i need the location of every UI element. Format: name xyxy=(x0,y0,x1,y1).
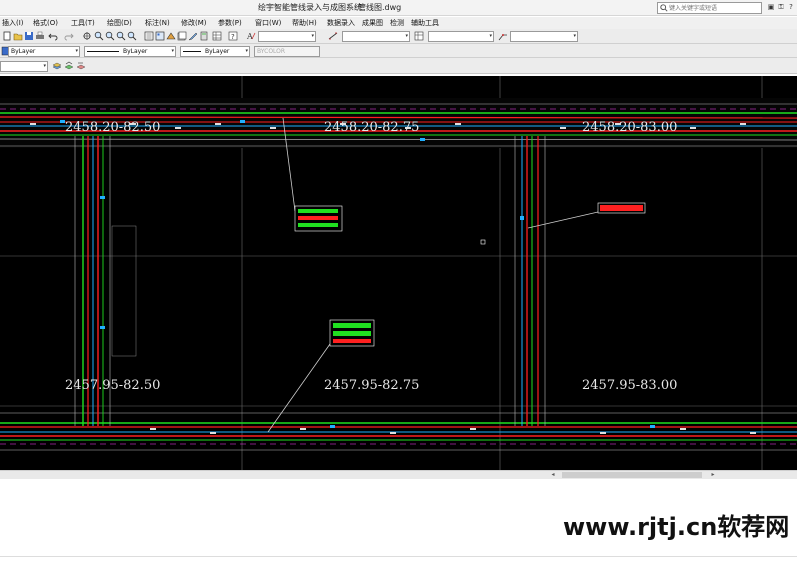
layer-control-combo[interactable]: ▾ xyxy=(0,61,48,72)
text-style-icon[interactable]: A xyxy=(246,31,256,41)
callout-leaders xyxy=(267,117,599,433)
undo-icon[interactable] xyxy=(48,31,58,41)
menu-params[interactable]: 参数(P) xyxy=(218,18,242,28)
svg-text:?: ? xyxy=(231,33,235,41)
zoom-realtime-icon[interactable] xyxy=(94,31,104,41)
multileader-style-combo[interactable]: ▾ xyxy=(510,31,578,42)
file-name: 管线图.dwg xyxy=(358,3,402,12)
layers-toolbar: ▾ xyxy=(0,58,797,74)
cursor-pickbox xyxy=(480,239,486,245)
grid-label-bottom-left: 2457.95-82.50 xyxy=(65,378,160,393)
menu-bar: 插入(I) 格式(O) 工具(T) 绘图(D) 标注(N) 修改(M) 参数(P… xyxy=(0,17,797,29)
menu-tools[interactable]: 工具(T) xyxy=(71,18,95,28)
scroll-right-icon[interactable]: ▸ xyxy=(708,471,718,479)
lineweight-value: ByLayer xyxy=(205,48,230,55)
grid-label-bottom-right: 2457.95-83.00 xyxy=(582,378,677,393)
menu-help[interactable]: 帮助(H) xyxy=(292,18,317,28)
help-book-icon[interactable]: ? xyxy=(228,31,238,41)
pipeline-drawing: 2458.20-82.50 2458.20-82.75 2458.20-83.0… xyxy=(0,76,797,470)
table-style-combo[interactable]: ▾ xyxy=(428,31,494,42)
right-vertical-road xyxy=(514,136,546,426)
callout-table-3 xyxy=(329,319,375,347)
binoculars-icon[interactable]: ▣ xyxy=(767,2,775,12)
key-icon[interactable]: ⚿ xyxy=(777,2,785,12)
layer-manager-icon[interactable] xyxy=(52,61,62,71)
menu-window[interactable]: 窗口(W) xyxy=(255,18,281,28)
menu-dimension[interactable]: 标注(N) xyxy=(145,18,170,28)
lineweight-control-combo[interactable]: ByLayer ▾ xyxy=(180,46,250,57)
plot-style-combo: BYCOLOR xyxy=(254,46,320,57)
redo-icon[interactable] xyxy=(64,31,74,41)
grid-label-top-middle: 2458.20-82.75 xyxy=(324,120,419,135)
bottom-road xyxy=(0,412,797,451)
design-center-icon[interactable] xyxy=(155,31,165,41)
open-folder-icon[interactable] xyxy=(13,31,23,41)
search-icon xyxy=(660,4,668,12)
callout-table-2 xyxy=(597,202,646,214)
layer-previous-icon[interactable] xyxy=(76,61,86,71)
pan-icon[interactable] xyxy=(82,31,92,41)
title-bar: 绘宇智能管线录入与成图系统 管线图.dwg ▣ ⚿ ? xyxy=(0,0,797,16)
scroll-thumb[interactable] xyxy=(562,472,702,478)
menu-format[interactable]: 格式(O) xyxy=(33,18,58,28)
search-input[interactable] xyxy=(669,3,761,13)
site-watermark: www.rjtj.cn软荐网 xyxy=(563,513,790,541)
app-title: 绘宇智能管线录入与成图系统 xyxy=(258,3,362,12)
standard-toolbar: ? A ▾ ▾ ▾ ▾ xyxy=(0,29,797,44)
zoom-extents-icon[interactable] xyxy=(127,31,137,41)
svg-text:A: A xyxy=(246,32,253,41)
status-divider xyxy=(0,556,797,557)
multileader-style-icon[interactable] xyxy=(498,31,508,41)
make-object-layer-current-icon[interactable] xyxy=(64,61,74,71)
cad-application: 绘宇智能管线录入与成图系统 管线图.dwg ▣ ⚿ ? 插入(I) 格式(O) … xyxy=(0,0,797,569)
dim-style-combo[interactable]: ▾ xyxy=(342,31,410,42)
menu-draw[interactable]: 绘图(D) xyxy=(107,18,132,28)
menu-modify[interactable]: 修改(M) xyxy=(181,18,207,28)
grid-label-top-left: 2458.20-82.50 xyxy=(65,120,160,135)
linetype-control-combo[interactable]: ByLayer ▾ xyxy=(84,46,176,57)
menu-insert[interactable]: 插入(I) xyxy=(2,18,24,28)
linetype-preview xyxy=(87,51,119,52)
print-icon[interactable] xyxy=(35,31,45,41)
tool-palettes-icon[interactable] xyxy=(166,31,176,41)
menu-results[interactable]: 成果图 xyxy=(362,18,383,28)
linetype-value: ByLayer xyxy=(123,48,148,55)
zoom-window-icon[interactable] xyxy=(105,31,115,41)
dim-style-icon[interactable] xyxy=(328,31,338,41)
lineweight-preview xyxy=(183,51,201,52)
grid-label-top-right: 2458.20-83.00 xyxy=(582,120,677,135)
calculator-icon[interactable] xyxy=(199,31,209,41)
grid-label-bottom-middle: 2457.95-82.75 xyxy=(324,378,419,393)
new-file-icon[interactable] xyxy=(2,31,12,41)
markup-icon[interactable] xyxy=(188,31,198,41)
menu-aux-tools[interactable]: 辅助工具 xyxy=(411,18,439,28)
color-control-combo[interactable]: ByLayer ▾ xyxy=(8,46,80,57)
callout-table-1 xyxy=(294,205,343,232)
search-box[interactable] xyxy=(657,2,762,14)
menu-data-entry[interactable]: 数据录入 xyxy=(327,18,355,28)
text-style-combo[interactable]: ▾ xyxy=(258,31,316,42)
zoom-previous-icon[interactable] xyxy=(116,31,126,41)
save-icon[interactable] xyxy=(24,31,34,41)
menu-check[interactable]: 检测 xyxy=(390,18,404,28)
color-value: ByLayer xyxy=(11,48,36,55)
properties-icon[interactable] xyxy=(144,31,154,41)
table-icon[interactable] xyxy=(212,31,222,41)
sheet-set-icon[interactable] xyxy=(177,31,187,41)
scroll-left-icon[interactable]: ◂ xyxy=(548,471,558,479)
horizontal-scrollbar[interactable]: ◂ ▸ xyxy=(0,470,797,479)
help-icon[interactable]: ? xyxy=(787,2,795,12)
table-style-icon[interactable] xyxy=(414,31,424,41)
plot-style-value: BYCOLOR xyxy=(257,48,286,55)
drawing-canvas[interactable]: 2458.20-82.50 2458.20-82.75 2458.20-83.0… xyxy=(0,76,797,470)
properties-toolbar: ByLayer ▾ ByLayer ▾ ByLayer ▾ BYCOLOR xyxy=(0,44,797,58)
